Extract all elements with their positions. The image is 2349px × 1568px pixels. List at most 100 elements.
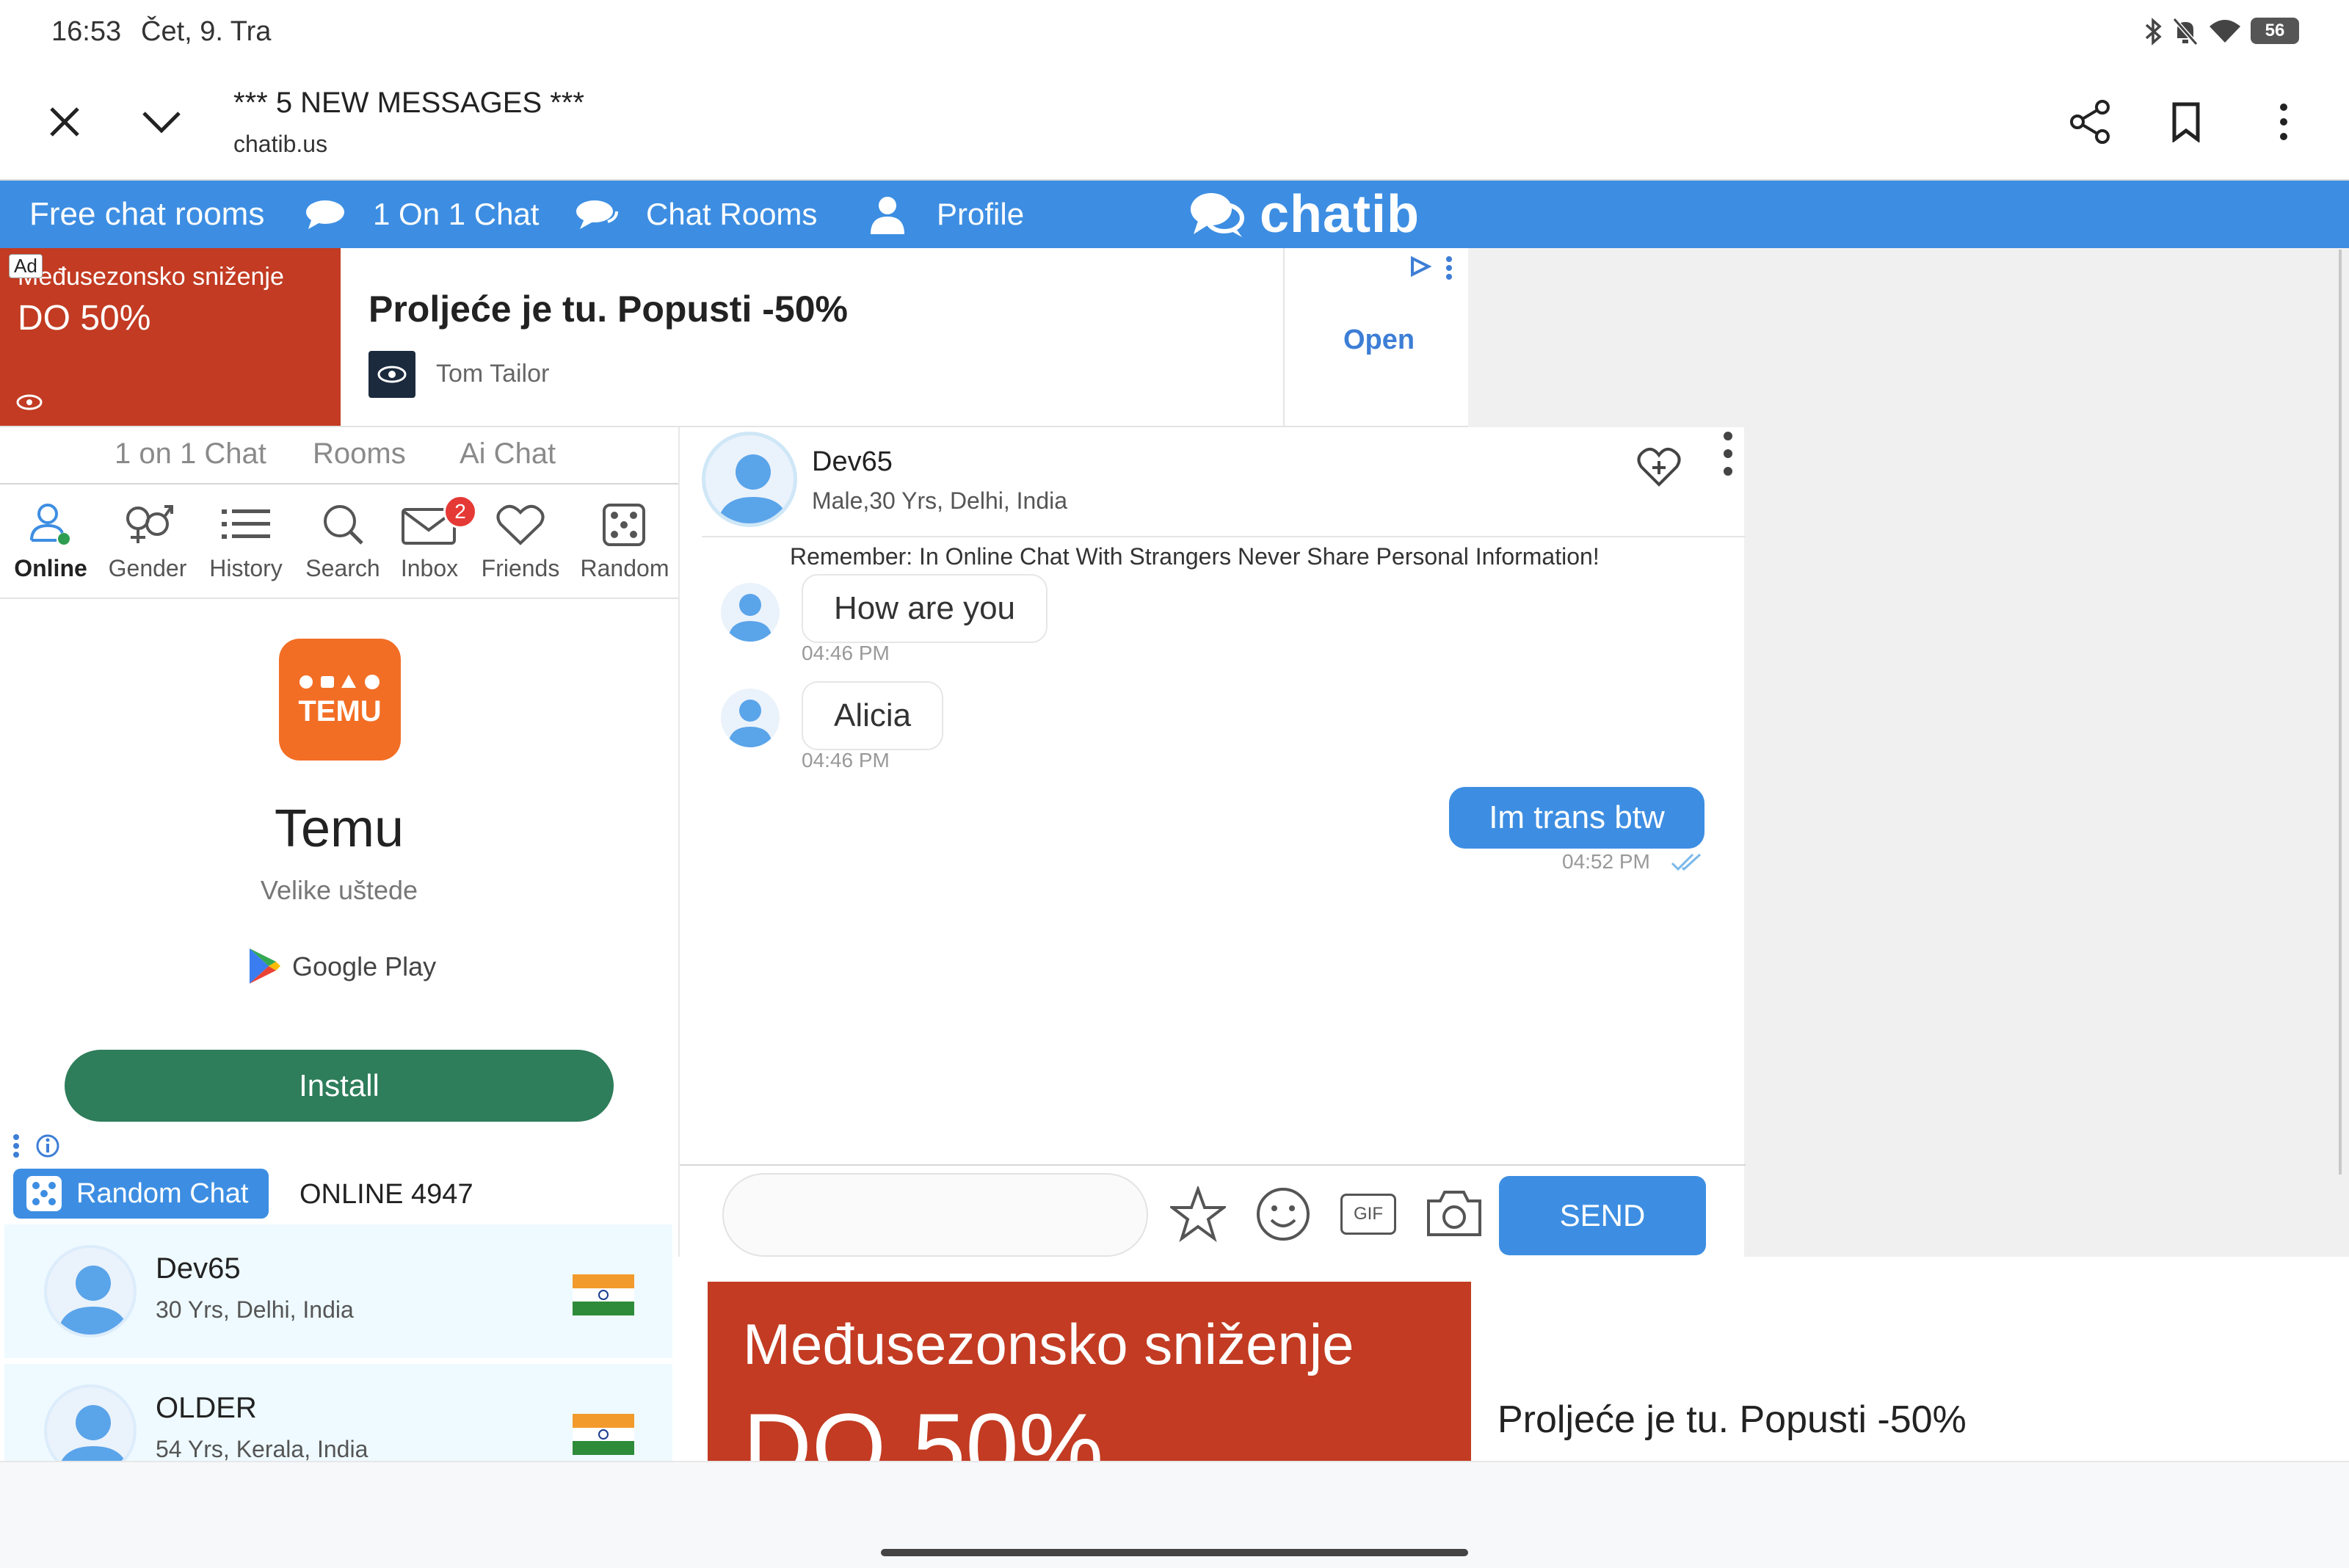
menu-random[interactable]: Random (577, 501, 672, 596)
chat-header-divider (702, 536, 1746, 537)
avatar (721, 689, 780, 747)
nav-chat-rooms[interactable]: Chat Rooms (646, 181, 817, 248)
menu-history-label: History (209, 555, 283, 581)
safety-reminder: Remember: In Online Chat With Strangers … (790, 543, 1600, 570)
ad-headline[interactable]: Proljeće je tu. Popusti -50% (368, 288, 848, 330)
search-icon (319, 501, 366, 548)
status-bar: 16:53 Čet, 9. Tra 56 (0, 0, 2349, 66)
status-date: Čet, 9. Tra (141, 16, 272, 47)
nav-profile[interactable]: Profile (937, 181, 1024, 248)
temu-app-icon[interactable]: TEMU (279, 639, 401, 761)
share-icon[interactable] (2070, 100, 2111, 144)
status-time: 16:53 (51, 16, 122, 47)
user-online-icon (27, 501, 74, 548)
ad-divider (1283, 248, 1285, 426)
top-ad[interactable]: Međusezonsko sniženje DO 50% Ad Proljeće… (0, 248, 1468, 427)
side-ad-tagline: Velike uštede (260, 875, 418, 905)
home-gesture-handle[interactable] (881, 1549, 1468, 1556)
message-bubble: How are you (802, 574, 1048, 643)
menu-gender-label: Gender (108, 555, 187, 581)
star-icon[interactable] (1170, 1186, 1226, 1242)
bottom-ad-headline[interactable]: Proljeće je tu. Popusti -50% (1497, 1398, 1967, 1442)
gif-button[interactable]: GIF (1340, 1194, 1396, 1235)
ad-options-icon[interactable] (12, 1133, 21, 1158)
user-details: 30 Yrs, Delhi, India (156, 1296, 354, 1323)
menu-search[interactable]: Search (295, 501, 391, 596)
browser-toolbar: *** 5 NEW MESSAGES *** chatib.us (0, 66, 2349, 181)
tab-ai-chat[interactable]: Ai Chat (460, 438, 556, 471)
advertiser-logo-icon (368, 351, 415, 398)
ad-banner-line2: DO 50% (18, 299, 151, 338)
random-chat-button[interactable]: Random Chat (13, 1169, 269, 1219)
system-nav-bar (0, 1461, 2349, 1568)
more-vert-icon[interactable] (2271, 101, 2296, 142)
close-icon[interactable] (46, 103, 84, 141)
add-favorite-icon[interactable] (1635, 445, 1682, 489)
user-details: 54 Yrs, Kerala, India (156, 1436, 368, 1461)
message-text: How are you (834, 590, 1016, 626)
adchoices-icon[interactable] (1409, 255, 1431, 277)
chat-partner-name[interactable]: Dev65 (812, 446, 893, 478)
ad-menu-icon[interactable] (1445, 255, 1453, 280)
message-time: 04:52 PM (1562, 850, 1650, 873)
heart-icon (495, 501, 546, 548)
india-flag-icon (573, 1274, 634, 1315)
message-input[interactable] (722, 1173, 1148, 1257)
temu-icon-text: TEMU (298, 694, 382, 727)
chat-panel: Dev65 Male,30 Yrs, Delhi, India Remember… (678, 427, 1746, 1257)
chat-more-icon[interactable] (1722, 430, 1734, 477)
list-item[interactable]: Dev65 30 Yrs, Delhi, India (4, 1224, 672, 1361)
my-message-bubble: Im trans btw (1449, 787, 1704, 849)
tab-rooms[interactable]: Rooms (313, 438, 406, 471)
menu-friends-label: Friends (481, 555, 560, 581)
avatar (44, 1245, 137, 1337)
chat-bubble-icon (304, 181, 346, 248)
chevron-down-icon[interactable] (141, 109, 182, 135)
bottom-ad-banner[interactable]: Međusezonsko sniženje DO 50% (708, 1282, 1471, 1461)
tabs-divider (0, 483, 678, 484)
menu-gender[interactable]: Gender (100, 501, 195, 596)
page-url[interactable]: chatib.us (233, 131, 327, 158)
avatar (44, 1384, 137, 1461)
avatar (721, 583, 780, 642)
google-play-label: Google Play (292, 951, 437, 981)
message-time: 04:46 PM (802, 749, 890, 772)
ad-badge: Ad (9, 254, 43, 278)
user-name: OLDER (156, 1392, 257, 1424)
install-button[interactable]: Install (65, 1050, 614, 1122)
menu-friends[interactable]: Friends (473, 501, 568, 596)
ad-banner-image[interactable]: Međusezonsko sniženje DO 50% (0, 248, 341, 426)
menu-online[interactable]: Online (3, 501, 98, 596)
chat-partner-avatar[interactable] (702, 432, 797, 527)
user-name: Dev65 (156, 1252, 241, 1285)
menu-inbox-label: Inbox (400, 555, 459, 581)
scrollbar[interactable] (2339, 250, 2342, 1175)
bookmark-icon[interactable] (2170, 101, 2202, 142)
ad-open-button[interactable]: Open (1343, 324, 1415, 356)
battery-icon: 56 (2251, 18, 2299, 44)
random-chat-label: Random Chat (76, 1177, 249, 1209)
chatib-logo[interactable]: chatib (1260, 181, 1420, 248)
message-time: 04:46 PM (802, 642, 890, 664)
menu-history[interactable]: History (198, 501, 294, 596)
emoji-icon[interactable] (1255, 1186, 1311, 1242)
tab-one-on-one-chat[interactable]: 1 on 1 Chat (115, 438, 266, 471)
info-icon[interactable] (35, 1133, 60, 1158)
send-button[interactable]: SEND (1499, 1176, 1706, 1255)
left-panel: 1 on 1 Chat Rooms Ai Chat Online Gender … (0, 427, 678, 1461)
chatib-logo-icon (1188, 181, 1246, 248)
profile-icon (869, 181, 906, 248)
ad-advertiser: Tom Tailor (436, 360, 550, 388)
page-title: *** 5 NEW MESSAGES *** (233, 87, 584, 119)
nav-one-on-one-chat[interactable]: 1 On 1 Chat (373, 181, 539, 248)
site-nav: Free chat rooms 1 On 1 Chat Chat Rooms P… (0, 181, 2349, 248)
ad-banner-line1: Međusezonsko sniženje (18, 263, 284, 291)
free-chat-rooms-link[interactable]: Free chat rooms (29, 181, 264, 248)
camera-icon[interactable] (1424, 1186, 1484, 1239)
side-ad-app-name[interactable]: Temu (0, 799, 678, 859)
bottom-ad[interactable]: Međusezonsko sniženje DO 50% Proljeće je… (678, 1257, 2349, 1461)
menu-search-label: Search (305, 555, 380, 581)
online-count: ONLINE 4947 (299, 1179, 473, 1210)
google-play-icon (247, 947, 282, 985)
list-item[interactable]: OLDER 54 Yrs, Kerala, India (4, 1364, 672, 1461)
